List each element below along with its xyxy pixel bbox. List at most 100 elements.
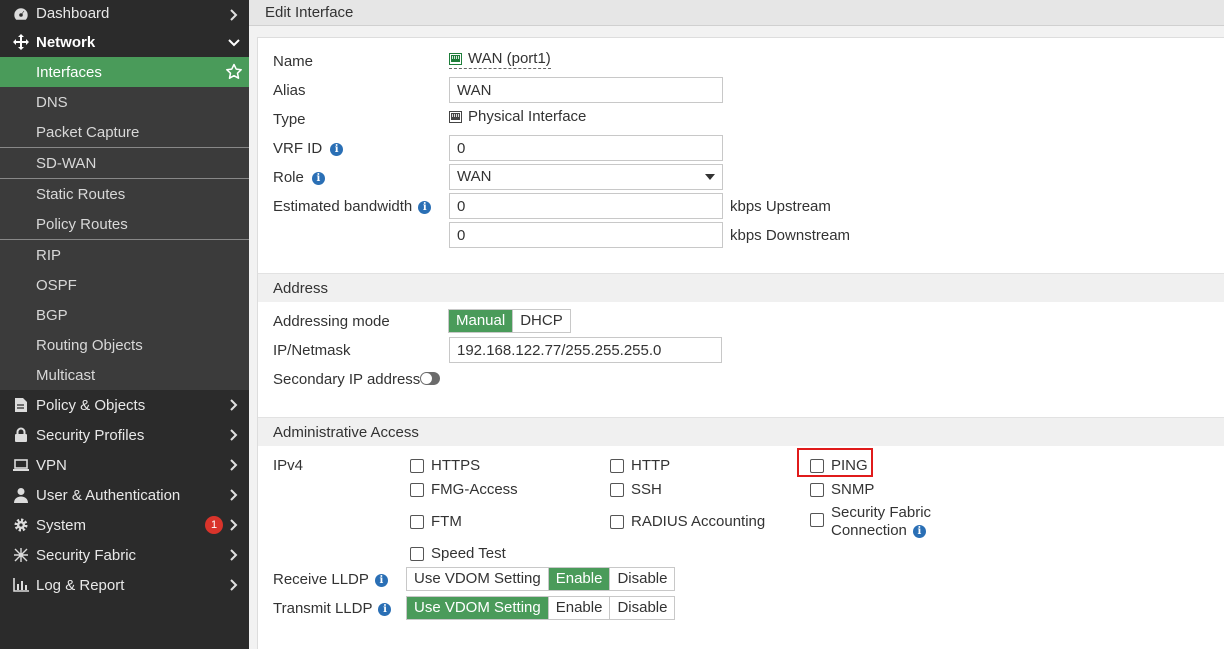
receive-vdom-option[interactable]: Use VDOM Setting <box>407 568 549 590</box>
mode-dhcp-option[interactable]: DHCP <box>513 310 570 332</box>
nav-policy-objects[interactable]: Policy & Objects <box>0 390 249 420</box>
type-value-text: Physical Interface <box>468 108 587 125</box>
ping-checkbox[interactable]: PING <box>810 457 868 474</box>
bandwidth-label-text: Estimated bandwidth <box>273 198 413 215</box>
sidebar-item-multicast[interactable]: Multicast <box>0 360 249 390</box>
chevron-right-icon <box>230 579 238 591</box>
chevron-right-icon <box>230 519 238 531</box>
mode-manual-option[interactable]: Manual <box>449 310 514 332</box>
chevron-right-icon <box>230 9 238 21</box>
nav-dashboard[interactable]: Dashboard <box>0 0 249 27</box>
checkbox-label: Speed Test <box>431 545 506 562</box>
nav-vpn-label: VPN <box>36 456 67 474</box>
chevron-right-icon <box>230 549 238 561</box>
ipv4-label: IPv4 <box>273 457 304 474</box>
nav-policy-objects-label: Policy & Objects <box>36 396 146 414</box>
transmit-lldp-label-text: Transmit LLDP <box>273 600 373 617</box>
sidebar-item-ospf[interactable]: OSPF <box>0 270 249 300</box>
nav-system-label: System <box>36 516 87 534</box>
security-fabric-connection-checkbox[interactable]: Security Fabric Connection i <box>810 504 931 540</box>
move-arrows-icon <box>12 34 30 50</box>
snmp-checkbox[interactable]: SNMP <box>810 481 874 498</box>
receive-disable-option[interactable]: Disable <box>610 568 674 590</box>
radius-accounting-checkbox[interactable]: RADIUS Accounting <box>610 513 765 530</box>
fmg-access-checkbox[interactable]: FMG-Access <box>410 481 518 498</box>
fabric-label-line1: Security Fabric <box>831 504 932 521</box>
sidebar-item-label: Interfaces <box>36 63 102 81</box>
sidebar-item-dns[interactable]: DNS <box>0 87 249 117</box>
checkbox-box <box>610 459 624 473</box>
sidebar-item-packet-capture[interactable]: Packet Capture <box>0 117 249 147</box>
alias-input[interactable] <box>449 77 723 103</box>
sidebar-item-interfaces[interactable]: Interfaces <box>0 57 249 87</box>
role-label: Role i <box>273 169 325 186</box>
sidebar-item-routing-objects[interactable]: Routing Objects <box>0 330 249 360</box>
document-icon <box>12 397 30 413</box>
sidebar-item-label: SD-WAN <box>36 154 97 172</box>
nav-user-auth-label: User & Authentication <box>36 486 181 504</box>
nav-security-profiles-label: Security Profiles <box>36 426 145 444</box>
alias-label: Alias <box>273 82 306 99</box>
info-icon[interactable]: i <box>374 573 388 587</box>
downstream-input[interactable] <box>449 222 723 248</box>
vrf-label: VRF ID i <box>273 140 344 157</box>
chevron-right-icon <box>230 459 238 471</box>
downstream-unit: kbps Downstream <box>730 227 851 244</box>
vrf-label-text: VRF ID <box>273 140 323 157</box>
ftm-checkbox[interactable]: FTM <box>410 513 462 530</box>
info-icon[interactable]: i <box>418 200 432 214</box>
role-select-value: WAN <box>457 168 492 185</box>
role-label-text: Role <box>273 169 304 186</box>
info-icon[interactable]: i <box>912 524 926 538</box>
chevron-right-icon <box>230 429 238 441</box>
nav-log-report[interactable]: Log & Report <box>0 570 249 600</box>
info-icon[interactable]: i <box>330 142 344 156</box>
sidebar-item-label: Routing Objects <box>36 336 143 354</box>
addressing-mode-toggle: Manual DHCP <box>448 309 571 333</box>
nav-security-profiles[interactable]: Security Profiles <box>0 420 249 450</box>
vrf-id-input[interactable] <box>449 135 723 161</box>
upstream-input[interactable] <box>449 193 723 219</box>
transmit-vdom-option[interactable]: Use VDOM Setting <box>407 597 549 619</box>
star-icon[interactable] <box>225 63 243 81</box>
nav-security-fabric-label: Security Fabric <box>36 546 137 564</box>
http-checkbox[interactable]: HTTP <box>610 457 670 474</box>
speed-test-checkbox[interactable]: Speed Test <box>410 545 506 562</box>
nav-network[interactable]: Network <box>0 27 249 57</box>
ip-netmask-label: IP/Netmask <box>273 342 351 359</box>
https-checkbox[interactable]: HTTPS <box>410 457 480 474</box>
sidebar-item-sd-wan[interactable]: SD-WAN <box>0 148 249 178</box>
nav-security-fabric[interactable]: Security Fabric <box>0 540 249 570</box>
sidebar-item-policy-routes[interactable]: Policy Routes <box>0 209 249 239</box>
ip-netmask-input[interactable] <box>449 337 722 363</box>
port-icon <box>449 53 462 66</box>
sidebar-item-static-routes[interactable]: Static Routes <box>0 179 249 209</box>
ssh-checkbox[interactable]: SSH <box>610 481 662 498</box>
nav-system[interactable]: System 1 <box>0 510 249 540</box>
nav-log-report-label: Log & Report <box>36 576 125 594</box>
role-select[interactable]: WAN <box>449 164 723 190</box>
checkbox-box <box>410 547 424 561</box>
checkbox-label: HTTPS <box>431 457 481 474</box>
info-icon[interactable]: i <box>311 171 325 185</box>
checkbox-label: HTTP <box>631 457 671 474</box>
transmit-enable-option[interactable]: Enable <box>549 597 611 619</box>
laptop-icon <box>12 458 30 472</box>
chevron-down-icon <box>228 39 240 47</box>
info-icon[interactable]: i <box>378 602 392 616</box>
receive-enable-option[interactable]: Enable <box>548 568 611 590</box>
sidebar-item-bgp[interactable]: BGP <box>0 300 249 330</box>
caret-down-icon <box>705 174 715 180</box>
sidebar-item-rip[interactable]: RIP <box>0 240 249 270</box>
sidebar-item-label: Multicast <box>36 366 96 384</box>
nav-user-auth[interactable]: User & Authentication <box>0 480 249 510</box>
interface-name-text: WAN (port1) <box>468 50 551 67</box>
checkbox-label: RADIUS Accounting <box>631 513 766 530</box>
admin-access-section-header: Administrative Access <box>258 417 1224 446</box>
nav-vpn[interactable]: VPN <box>0 450 249 480</box>
bandwidth-label: Estimated bandwidth i <box>273 198 432 215</box>
secondary-ip-toggle[interactable] <box>420 372 440 385</box>
sidebar-item-label: OSPF <box>36 276 77 294</box>
transmit-disable-option[interactable]: Disable <box>610 597 674 619</box>
page-title: Edit Interface <box>249 0 1224 26</box>
